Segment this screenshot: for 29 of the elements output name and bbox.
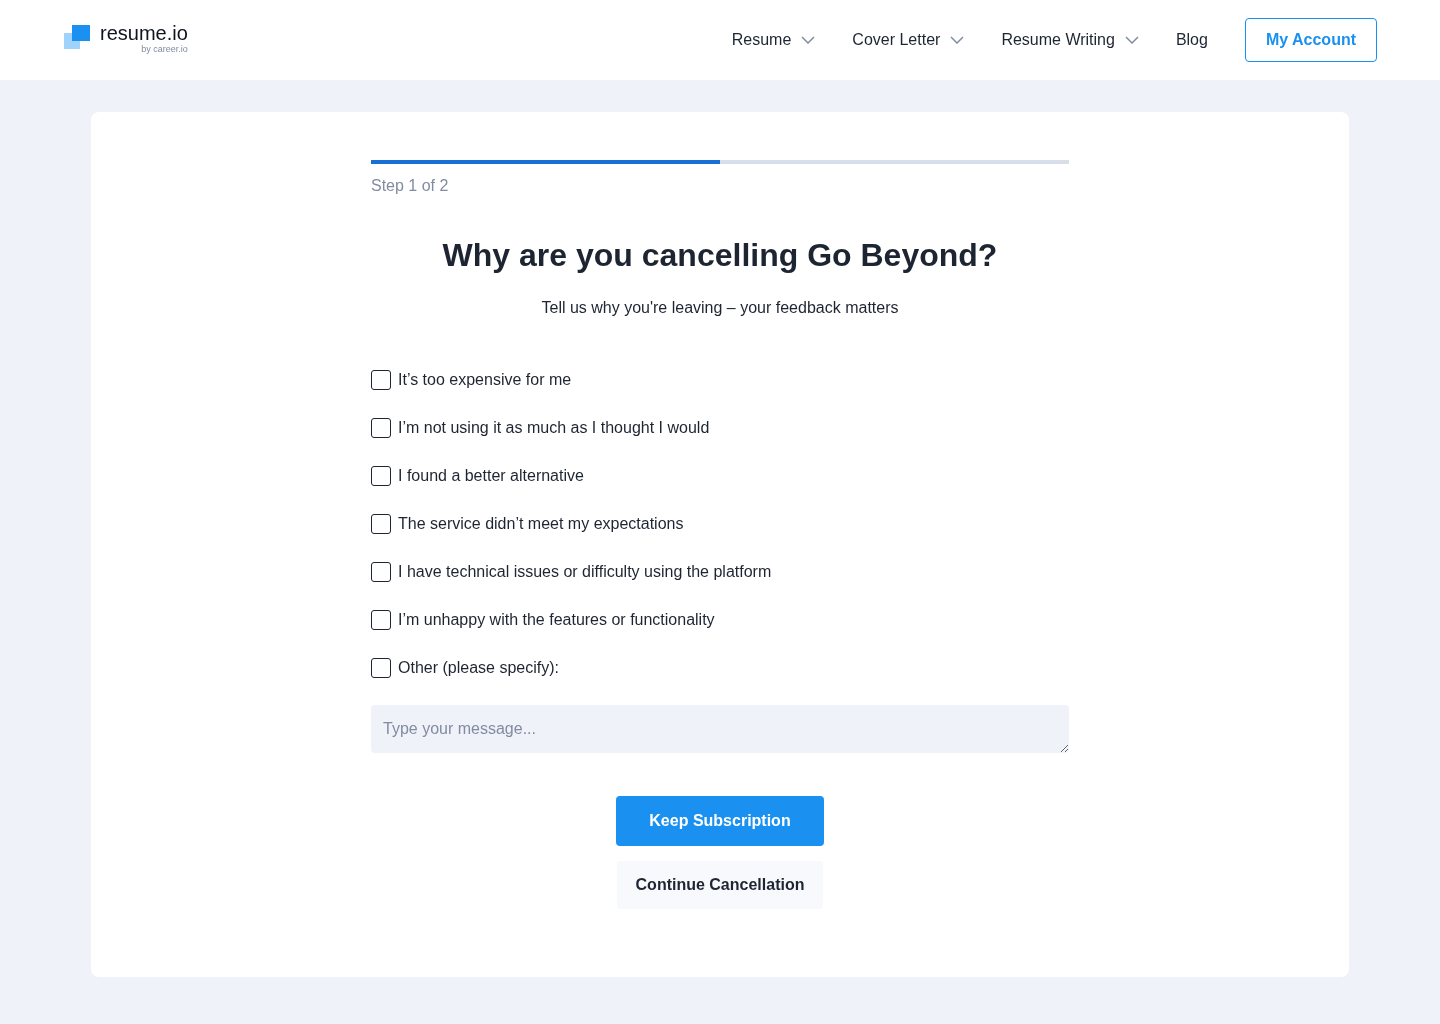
reason-checkbox[interactable] bbox=[371, 514, 391, 535]
reason-checkbox[interactable] bbox=[371, 658, 391, 679]
reason-checkbox[interactable] bbox=[371, 370, 391, 391]
continue-cancellation-button[interactable]: Continue Cancellation bbox=[617, 861, 823, 910]
reason-label[interactable]: Other (please specify): bbox=[398, 656, 559, 681]
page-title: Why are you cancelling Go Beyond? bbox=[441, 236, 999, 275]
logo-icon bbox=[64, 23, 92, 52]
reason-label[interactable]: I found a better alternative bbox=[398, 464, 584, 489]
logo-byline: by career.io bbox=[141, 43, 188, 57]
step-label: Step 1 of 2 bbox=[371, 176, 450, 196]
reason-checkbox[interactable] bbox=[371, 562, 391, 583]
nav-link[interactable]: Blog bbox=[1175, 28, 1208, 52]
nav-dropdown[interactable]: Resume Writing bbox=[1001, 28, 1139, 52]
chevron-down-icon bbox=[1124, 36, 1139, 44]
logo-wordmark[interactable]: resume.io bbox=[100, 23, 188, 44]
message-field[interactable]: Type your message... bbox=[371, 705, 1069, 754]
reason-checkbox[interactable] bbox=[371, 418, 391, 439]
reason-label[interactable]: I have technical issues or difficulty using the platform bbox=[398, 560, 772, 585]
reason-label[interactable]: I’m unhappy with the features or functionality bbox=[398, 608, 715, 633]
nav-dropdown[interactable]: Resume bbox=[731, 28, 816, 52]
reason-checkbox[interactable] bbox=[371, 610, 391, 631]
reason-label[interactable]: The service didn’t meet my expectations bbox=[398, 512, 684, 537]
page-subtitle: Tell us why you're leaving – your feedback matters bbox=[540, 298, 900, 319]
reason-label[interactable]: It’s too expensive for me bbox=[398, 368, 572, 393]
chevron-down-icon bbox=[801, 36, 816, 44]
reason-label[interactable]: I’m not using it as much as I thought I would bbox=[398, 416, 710, 441]
nav-dropdown[interactable]: Cover Letter bbox=[852, 28, 965, 52]
chevron-down-icon bbox=[950, 36, 965, 44]
reason-checkbox[interactable] bbox=[371, 466, 391, 487]
